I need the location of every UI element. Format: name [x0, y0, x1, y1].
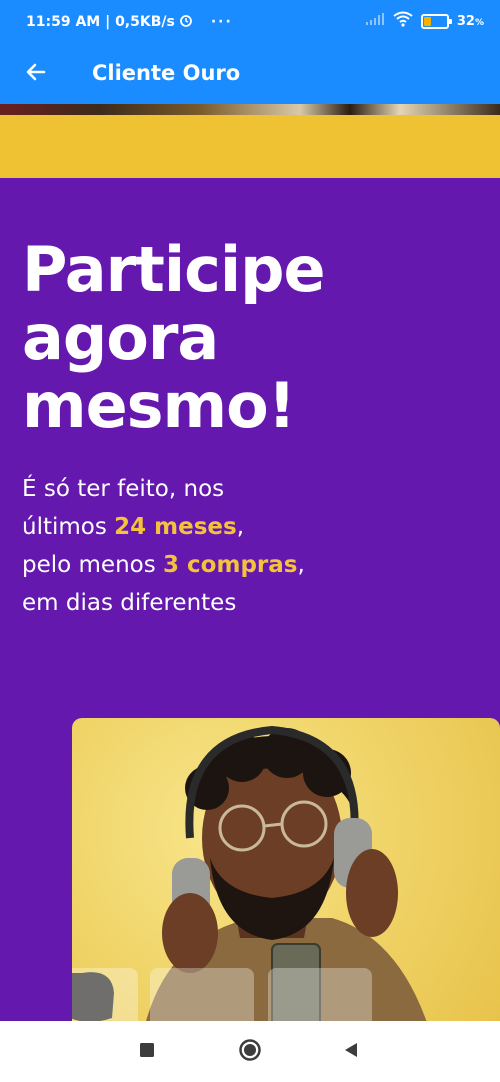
- back-button[interactable]: [20, 58, 52, 90]
- promo-headline: Participe agora mesmo!: [22, 236, 472, 440]
- status-right: 32%: [365, 11, 484, 31]
- headline-line-3: mesmo!: [22, 369, 296, 442]
- more-dots: ···: [210, 14, 233, 30]
- wifi-icon: [393, 11, 413, 31]
- battery-text: 32%: [456, 13, 484, 29]
- promo-section: Participe agora mesmo! É só ter feito, n…: [0, 178, 500, 1021]
- battery-icon: [420, 13, 452, 29]
- banner-image-strip: [0, 104, 500, 115]
- signal-icon: [365, 12, 385, 30]
- promo-description: É só ter feito, nos últimos 24 meses, pe…: [22, 470, 472, 622]
- nav-back-button[interactable]: [338, 1039, 364, 1065]
- product-tile-1: [72, 968, 138, 1021]
- home-button[interactable]: [237, 1039, 263, 1065]
- description-line-2: últimos 24 meses,: [22, 514, 245, 540]
- photo-card: [72, 718, 500, 1021]
- product-tile-2: [150, 968, 254, 1021]
- circle-home-icon: [238, 1038, 262, 1066]
- highlight-24-meses: 24 meses: [114, 514, 237, 540]
- headline-line-1: Participe: [22, 233, 326, 306]
- alarm-icon: [179, 13, 193, 31]
- recents-button[interactable]: [134, 1039, 160, 1065]
- status-left: 11:59 AM | 0,5KB/s ···: [26, 13, 233, 31]
- highlight-3-compras: 3 compras: [163, 552, 298, 578]
- app-bar: 11:59 AM | 0,5KB/s ··· 32% Cliente Ouro: [0, 0, 500, 104]
- toolbar: Cliente Ouro: [0, 50, 500, 98]
- headline-line-2: agora: [22, 301, 219, 374]
- description-line-3: pelo menos 3 compras,: [22, 552, 305, 578]
- square-recents-icon: [139, 1042, 155, 1062]
- description-line-4: em dias diferentes: [22, 590, 237, 616]
- page-title: Cliente Ouro: [92, 61, 241, 85]
- triangle-back-icon: [342, 1041, 360, 1063]
- battery-fill: [423, 16, 431, 26]
- system-nav-bar: [0, 1021, 500, 1082]
- yellow-banner: [0, 115, 500, 178]
- arrow-left-icon: [24, 60, 48, 88]
- status-time-speed: 11:59 AM | 0,5KB/s: [26, 14, 175, 30]
- description-line-1: É só ter feito, nos: [22, 476, 225, 502]
- product-tile-3: [268, 968, 372, 1021]
- status-bar: 11:59 AM | 0,5KB/s ··· 32%: [0, 0, 500, 44]
